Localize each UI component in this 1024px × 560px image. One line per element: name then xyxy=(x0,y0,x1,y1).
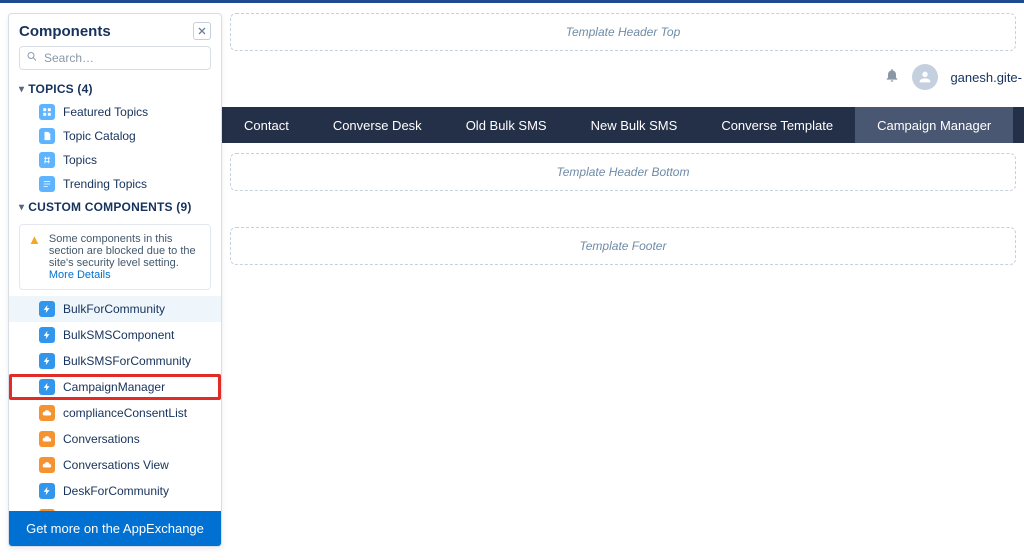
grid-icon xyxy=(39,104,55,120)
hash-icon xyxy=(39,152,55,168)
topic-label: Topic Catalog xyxy=(63,129,136,143)
zone-label: Template Header Bottom xyxy=(557,165,690,179)
section-label: TOPICS (4) xyxy=(28,82,92,96)
topic-item[interactable]: Topics xyxy=(9,148,221,172)
topic-item[interactable]: Topic Catalog xyxy=(9,124,221,148)
components-panel: Components ▾ TOPICS (4) Featured Topics T… xyxy=(8,13,222,547)
template-footer-zone[interactable]: Template Footer xyxy=(230,227,1016,265)
component-label: Conversations xyxy=(63,432,140,446)
component-label: complianceConsentList xyxy=(63,406,187,420)
username-label: ganesh.gite- xyxy=(950,70,1022,85)
component-icon xyxy=(39,301,55,317)
appexchange-button[interactable]: Get more on the AppExchange xyxy=(9,511,221,546)
bell-icon[interactable] xyxy=(884,67,900,88)
component-item[interactable]: Message Notification xyxy=(9,504,221,511)
footer-label: Get more on the AppExchange xyxy=(26,521,204,536)
panel-title: Components xyxy=(19,23,111,40)
template-header-top-zone[interactable]: Template Header Top xyxy=(230,13,1016,51)
section-label: CUSTOM COMPONENTS (9) xyxy=(28,200,191,214)
component-label: Conversations View xyxy=(63,458,169,472)
topic-label: Topics xyxy=(63,153,97,167)
nav-item[interactable]: New Bulk SMS xyxy=(569,107,700,143)
component-item[interactable]: BulkForCommunity xyxy=(9,296,221,322)
component-item[interactable]: Conversations xyxy=(9,426,221,452)
nav-item[interactable]: Old Bulk SMS xyxy=(444,107,569,143)
topic-item[interactable]: Featured Topics xyxy=(9,100,221,124)
chevron-down-icon: ▾ xyxy=(19,202,24,213)
component-item[interactable]: CampaignManager xyxy=(9,374,221,400)
component-icon xyxy=(39,405,55,421)
avatar[interactable] xyxy=(912,64,938,90)
component-icon xyxy=(39,457,55,473)
component-label: BulkSMSForCommunity xyxy=(63,354,191,368)
nav-item[interactable]: Converse Desk xyxy=(311,107,444,143)
security-warning: ▲ Some components in this section are bl… xyxy=(19,224,211,290)
component-item[interactable]: DeskForCommunity xyxy=(9,478,221,504)
component-icon xyxy=(39,431,55,447)
warning-text: Some components in this section are bloc… xyxy=(49,233,196,269)
topic-label: Featured Topics xyxy=(63,105,148,119)
component-item[interactable]: complianceConsentList xyxy=(9,400,221,426)
component-icon xyxy=(39,483,55,499)
component-label: DeskForCommunity xyxy=(63,484,169,498)
site-header-bar: ganesh.gite- xyxy=(230,59,1024,95)
component-icon xyxy=(39,353,55,369)
lines-icon xyxy=(39,176,55,192)
component-item[interactable]: BulkSMSComponent xyxy=(9,322,221,348)
component-icon xyxy=(39,379,55,395)
component-label: BulkSMSComponent xyxy=(63,328,174,342)
component-icon xyxy=(39,327,55,343)
nav-item[interactable]: Contact xyxy=(222,107,311,143)
section-custom-header[interactable]: ▾ CUSTOM COMPONENTS (9) xyxy=(9,196,221,218)
warning-icon: ▲ xyxy=(28,233,41,281)
component-item[interactable]: BulkSMSForCommunity xyxy=(9,348,221,374)
search-input[interactable] xyxy=(19,46,211,70)
section-topics-header[interactable]: ▾ TOPICS (4) xyxy=(9,78,221,100)
zone-label: Template Footer xyxy=(580,239,667,253)
nav-item[interactable]: Converse Template xyxy=(699,107,855,143)
more-details-link[interactable]: More Details xyxy=(49,269,111,281)
search-icon xyxy=(26,51,38,66)
zone-label: Template Header Top xyxy=(566,25,681,39)
nav-item[interactable]: Campaign Manager xyxy=(855,107,1013,143)
chevron-down-icon: ▾ xyxy=(19,84,24,95)
template-header-bottom-zone[interactable]: Template Header Bottom xyxy=(230,153,1016,191)
component-label: BulkForCommunity xyxy=(63,302,165,316)
doc-icon xyxy=(39,128,55,144)
topic-item[interactable]: Trending Topics xyxy=(9,172,221,196)
topic-label: Trending Topics xyxy=(63,177,147,191)
component-item[interactable]: Conversations View xyxy=(9,452,221,478)
site-navbar: ContactConverse DeskOld Bulk SMSNew Bulk… xyxy=(222,107,1024,143)
component-label: CampaignManager xyxy=(63,380,165,394)
close-icon[interactable] xyxy=(193,22,211,40)
